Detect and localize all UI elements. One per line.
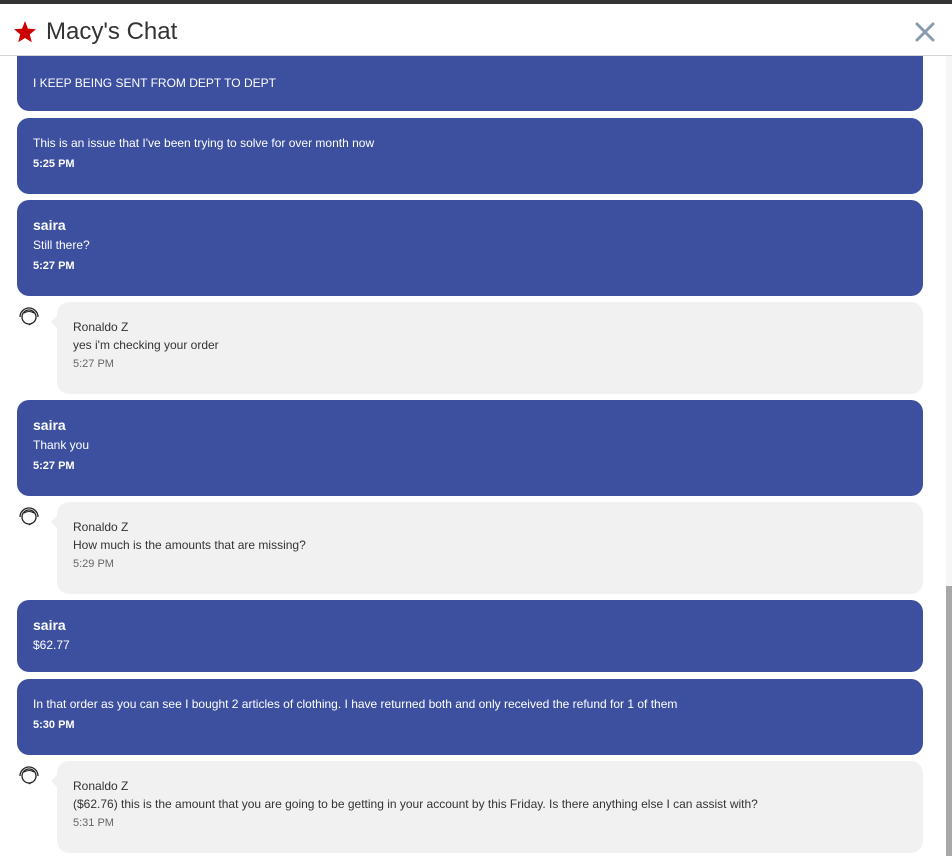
message-text: yes i'm checking your order <box>73 338 219 352</box>
user-message: saira Still there? 5:27 PM <box>17 200 923 296</box>
user-message: saira Thank you 5:27 PM <box>17 400 923 496</box>
message-time: 5:29 PM <box>73 558 114 570</box>
message-sender: saira <box>33 217 66 233</box>
chat-title: Macy's Chat <box>46 18 178 45</box>
user-message: In that order as you can see I bought 2 … <box>17 679 923 755</box>
message-sender: Ronaldo Z <box>73 779 129 793</box>
message-time: 5:27 PM <box>73 358 114 370</box>
message-sender: Ronaldo Z <box>73 520 129 534</box>
message-time: 5:27 PM <box>33 460 75 472</box>
message-text: $62.77 <box>33 638 70 652</box>
agent-message: Ronaldo Z ($62.76) this is the amount th… <box>51 761 923 853</box>
message-sender: saira <box>33 617 66 633</box>
agent-message: Ronaldo Z How much is the amounts that a… <box>51 502 923 594</box>
message-text: How much is the amounts that are missing… <box>73 538 306 552</box>
agent-message: Ronaldo Z yes i'm checking your order 5:… <box>51 302 923 394</box>
scrollbar-thumb[interactable] <box>946 586 952 856</box>
message-text: I KEEP BEING SENT FROM DEPT TO DEPT <box>33 76 276 90</box>
chat-header: Macy's Chat <box>0 4 952 56</box>
user-message: This is an issue that I've been trying t… <box>17 118 923 194</box>
message-text: ($62.76) this is the amount that you are… <box>73 797 758 811</box>
agent-headset-icon <box>19 507 39 526</box>
message-time: 5:27 PM <box>33 260 75 272</box>
message-text: Thank you <box>33 438 90 452</box>
message-time: 5:31 PM <box>73 817 114 829</box>
user-message: saira $62.77 <box>17 600 923 672</box>
message-time: 5:25 PM <box>33 158 75 170</box>
message-time: 5:30 PM <box>33 719 75 731</box>
message-text: This is an issue that I've been trying t… <box>33 136 375 150</box>
agent-headset-icon <box>19 766 39 785</box>
user-message: I KEEP BEING SENT FROM DEPT TO DEPT <box>17 56 923 111</box>
message-text: In that order as you can see I bought 2 … <box>33 697 678 711</box>
star-icon <box>14 21 36 43</box>
message-sender: saira <box>33 417 66 433</box>
agent-headset-icon <box>19 307 39 326</box>
message-sender: Ronaldo Z <box>73 320 129 334</box>
chat-transcript[interactable]: I KEEP BEING SENT FROM DEPT TO DEPT This… <box>0 56 952 856</box>
message-text: Still there? <box>33 238 90 252</box>
close-icon[interactable] <box>914 21 936 43</box>
